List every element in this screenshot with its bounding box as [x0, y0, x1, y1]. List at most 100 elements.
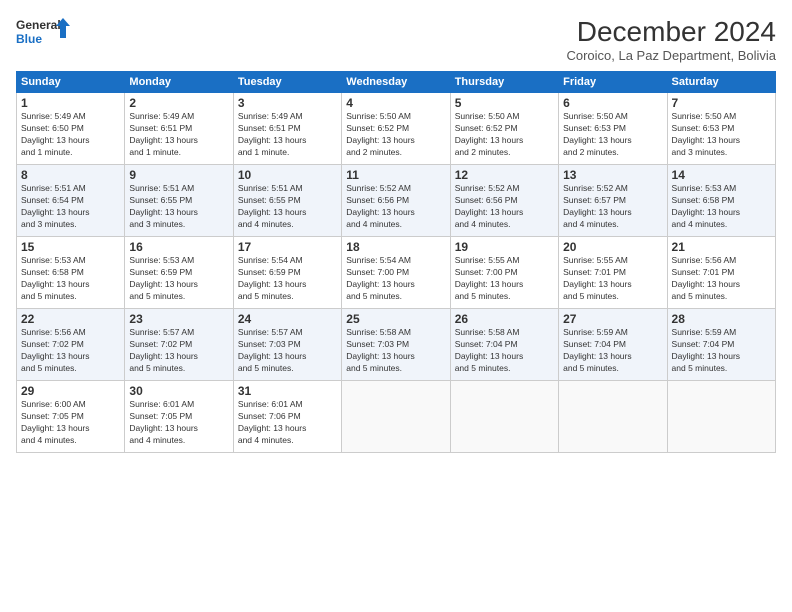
calendar-cell: 19Sunrise: 5:55 AMSunset: 7:00 PMDayligh…: [450, 237, 558, 309]
day-number: 7: [672, 96, 771, 110]
day-number: 12: [455, 168, 554, 182]
day-detail: Sunrise: 5:53 AMSunset: 6:59 PMDaylight:…: [129, 255, 228, 303]
day-number: 9: [129, 168, 228, 182]
day-detail: Sunrise: 5:50 AMSunset: 6:52 PMDaylight:…: [346, 111, 445, 159]
day-number: 4: [346, 96, 445, 110]
day-number: 8: [21, 168, 120, 182]
day-detail: Sunrise: 5:49 AMSunset: 6:50 PMDaylight:…: [21, 111, 120, 159]
calendar-cell: 26Sunrise: 5:58 AMSunset: 7:04 PMDayligh…: [450, 309, 558, 381]
location-subtitle: Coroico, La Paz Department, Bolivia: [566, 48, 776, 63]
logo: General Blue: [16, 16, 71, 48]
calendar-cell: 21Sunrise: 5:56 AMSunset: 7:01 PMDayligh…: [667, 237, 775, 309]
svg-text:Blue: Blue: [16, 32, 42, 46]
col-thursday: Thursday: [450, 72, 558, 93]
calendar-cell: 10Sunrise: 5:51 AMSunset: 6:55 PMDayligh…: [233, 165, 341, 237]
day-number: 22: [21, 312, 120, 326]
calendar-cell: 30Sunrise: 6:01 AMSunset: 7:05 PMDayligh…: [125, 381, 233, 453]
calendar-cell: 29Sunrise: 6:00 AMSunset: 7:05 PMDayligh…: [17, 381, 125, 453]
calendar-cell: [342, 381, 450, 453]
day-detail: Sunrise: 5:49 AMSunset: 6:51 PMDaylight:…: [238, 111, 337, 159]
calendar-cell: 7Sunrise: 5:50 AMSunset: 6:53 PMDaylight…: [667, 93, 775, 165]
calendar-cell: 24Sunrise: 5:57 AMSunset: 7:03 PMDayligh…: [233, 309, 341, 381]
day-number: 16: [129, 240, 228, 254]
day-detail: Sunrise: 6:00 AMSunset: 7:05 PMDaylight:…: [21, 399, 120, 447]
day-detail: Sunrise: 5:53 AMSunset: 6:58 PMDaylight:…: [672, 183, 771, 231]
calendar-week-row: 1Sunrise: 5:49 AMSunset: 6:50 PMDaylight…: [17, 93, 776, 165]
calendar-cell: 2Sunrise: 5:49 AMSunset: 6:51 PMDaylight…: [125, 93, 233, 165]
day-detail: Sunrise: 5:56 AMSunset: 7:02 PMDaylight:…: [21, 327, 120, 375]
calendar-cell: 9Sunrise: 5:51 AMSunset: 6:55 PMDaylight…: [125, 165, 233, 237]
calendar-cell: 27Sunrise: 5:59 AMSunset: 7:04 PMDayligh…: [559, 309, 667, 381]
day-number: 2: [129, 96, 228, 110]
day-number: 24: [238, 312, 337, 326]
day-number: 11: [346, 168, 445, 182]
calendar-week-row: 15Sunrise: 5:53 AMSunset: 6:58 PMDayligh…: [17, 237, 776, 309]
day-detail: Sunrise: 5:56 AMSunset: 7:01 PMDaylight:…: [672, 255, 771, 303]
month-title: December 2024: [566, 16, 776, 48]
day-number: 15: [21, 240, 120, 254]
calendar-week-row: 8Sunrise: 5:51 AMSunset: 6:54 PMDaylight…: [17, 165, 776, 237]
day-detail: Sunrise: 5:58 AMSunset: 7:03 PMDaylight:…: [346, 327, 445, 375]
day-number: 5: [455, 96, 554, 110]
day-number: 13: [563, 168, 662, 182]
day-detail: Sunrise: 6:01 AMSunset: 7:05 PMDaylight:…: [129, 399, 228, 447]
calendar-cell: 31Sunrise: 6:01 AMSunset: 7:06 PMDayligh…: [233, 381, 341, 453]
calendar-cell: 3Sunrise: 5:49 AMSunset: 6:51 PMDaylight…: [233, 93, 341, 165]
day-number: 19: [455, 240, 554, 254]
day-number: 27: [563, 312, 662, 326]
day-detail: Sunrise: 5:49 AMSunset: 6:51 PMDaylight:…: [129, 111, 228, 159]
day-detail: Sunrise: 5:58 AMSunset: 7:04 PMDaylight:…: [455, 327, 554, 375]
col-saturday: Saturday: [667, 72, 775, 93]
col-sunday: Sunday: [17, 72, 125, 93]
calendar-week-row: 22Sunrise: 5:56 AMSunset: 7:02 PMDayligh…: [17, 309, 776, 381]
day-number: 6: [563, 96, 662, 110]
day-detail: Sunrise: 5:59 AMSunset: 7:04 PMDaylight:…: [672, 327, 771, 375]
header-row: Sunday Monday Tuesday Wednesday Thursday…: [17, 72, 776, 93]
day-detail: Sunrise: 5:59 AMSunset: 7:04 PMDaylight:…: [563, 327, 662, 375]
calendar-cell: 18Sunrise: 5:54 AMSunset: 7:00 PMDayligh…: [342, 237, 450, 309]
calendar-cell: 6Sunrise: 5:50 AMSunset: 6:53 PMDaylight…: [559, 93, 667, 165]
col-monday: Monday: [125, 72, 233, 93]
day-number: 29: [21, 384, 120, 398]
calendar-cell: 16Sunrise: 5:53 AMSunset: 6:59 PMDayligh…: [125, 237, 233, 309]
day-number: 25: [346, 312, 445, 326]
day-number: 21: [672, 240, 771, 254]
day-number: 30: [129, 384, 228, 398]
calendar-cell: [450, 381, 558, 453]
calendar-cell: 23Sunrise: 5:57 AMSunset: 7:02 PMDayligh…: [125, 309, 233, 381]
day-detail: Sunrise: 5:52 AMSunset: 6:56 PMDaylight:…: [455, 183, 554, 231]
calendar-cell: 8Sunrise: 5:51 AMSunset: 6:54 PMDaylight…: [17, 165, 125, 237]
day-detail: Sunrise: 5:50 AMSunset: 6:52 PMDaylight:…: [455, 111, 554, 159]
calendar-cell: 12Sunrise: 5:52 AMSunset: 6:56 PMDayligh…: [450, 165, 558, 237]
calendar-cell: 20Sunrise: 5:55 AMSunset: 7:01 PMDayligh…: [559, 237, 667, 309]
calendar-cell: [559, 381, 667, 453]
col-wednesday: Wednesday: [342, 72, 450, 93]
calendar-cell: 22Sunrise: 5:56 AMSunset: 7:02 PMDayligh…: [17, 309, 125, 381]
day-detail: Sunrise: 6:01 AMSunset: 7:06 PMDaylight:…: [238, 399, 337, 447]
day-number: 28: [672, 312, 771, 326]
day-number: 1: [21, 96, 120, 110]
logo-svg: General Blue: [16, 16, 71, 48]
day-detail: Sunrise: 5:51 AMSunset: 6:55 PMDaylight:…: [129, 183, 228, 231]
day-number: 3: [238, 96, 337, 110]
day-detail: Sunrise: 5:54 AMSunset: 7:00 PMDaylight:…: [346, 255, 445, 303]
day-detail: Sunrise: 5:51 AMSunset: 6:54 PMDaylight:…: [21, 183, 120, 231]
day-number: 26: [455, 312, 554, 326]
page-header: General Blue December 2024 Coroico, La P…: [16, 16, 776, 63]
day-number: 14: [672, 168, 771, 182]
calendar-table: Sunday Monday Tuesday Wednesday Thursday…: [16, 71, 776, 453]
day-detail: Sunrise: 5:55 AMSunset: 7:01 PMDaylight:…: [563, 255, 662, 303]
day-detail: Sunrise: 5:51 AMSunset: 6:55 PMDaylight:…: [238, 183, 337, 231]
day-detail: Sunrise: 5:50 AMSunset: 6:53 PMDaylight:…: [672, 111, 771, 159]
calendar-cell: 1Sunrise: 5:49 AMSunset: 6:50 PMDaylight…: [17, 93, 125, 165]
day-detail: Sunrise: 5:50 AMSunset: 6:53 PMDaylight:…: [563, 111, 662, 159]
col-friday: Friday: [559, 72, 667, 93]
day-detail: Sunrise: 5:54 AMSunset: 6:59 PMDaylight:…: [238, 255, 337, 303]
day-detail: Sunrise: 5:57 AMSunset: 7:02 PMDaylight:…: [129, 327, 228, 375]
col-tuesday: Tuesday: [233, 72, 341, 93]
day-number: 20: [563, 240, 662, 254]
calendar-cell: 4Sunrise: 5:50 AMSunset: 6:52 PMDaylight…: [342, 93, 450, 165]
calendar-cell: 15Sunrise: 5:53 AMSunset: 6:58 PMDayligh…: [17, 237, 125, 309]
day-number: 18: [346, 240, 445, 254]
calendar-cell: 13Sunrise: 5:52 AMSunset: 6:57 PMDayligh…: [559, 165, 667, 237]
